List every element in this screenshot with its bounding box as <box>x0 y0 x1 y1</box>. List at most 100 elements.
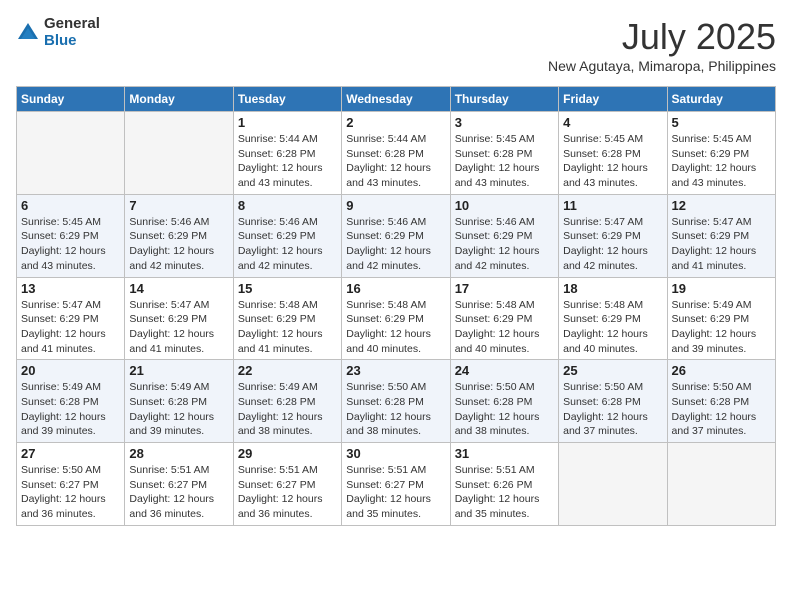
day-number: 8 <box>238 198 337 213</box>
day-number: 21 <box>129 363 228 378</box>
day-number: 15 <box>238 281 337 296</box>
day-number: 13 <box>21 281 120 296</box>
day-number: 24 <box>455 363 554 378</box>
calendar-cell: 10 Sunrise: 5:46 AM Sunset: 6:29 PM Dayli… <box>450 194 558 277</box>
day-info: Sunrise: 5:50 AM Sunset: 6:28 PM Dayligh… <box>455 380 554 439</box>
calendar-cell: 18 Sunrise: 5:48 AM Sunset: 6:29 PM Dayli… <box>559 277 667 360</box>
calendar-cell: 13Sunrise: 5:47 AM Sunset: 6:29 PM Dayli… <box>17 277 125 360</box>
calendar-cell: 12Sunrise: 5:47 AM Sunset: 6:29 PM Dayli… <box>667 194 775 277</box>
calendar-cell <box>559 443 667 526</box>
calendar-cell: 27Sunrise: 5:50 AM Sunset: 6:27 PM Dayli… <box>17 443 125 526</box>
day-number: 17 <box>455 281 554 296</box>
day-number: 28 <box>129 446 228 461</box>
calendar-cell: 21 Sunrise: 5:49 AM Sunset: 6:28 PM Dayli… <box>125 360 233 443</box>
day-number: 19 <box>672 281 771 296</box>
day-info: Sunrise: 5:47 AM Sunset: 6:29 PM Dayligh… <box>563 215 662 274</box>
calendar-cell: 29 Sunrise: 5:51 AM Sunset: 6:27 PM Dayli… <box>233 443 341 526</box>
day-info: Sunrise: 5:46 AM Sunset: 6:29 PM Dayligh… <box>346 215 445 274</box>
day-info: Sunrise: 5:48 AM Sunset: 6:29 PM Dayligh… <box>346 298 445 357</box>
logo-blue: Blue <box>44 33 100 50</box>
day-info: Sunrise: 5:48 AM Sunset: 6:29 PM Dayligh… <box>238 298 337 357</box>
calendar-cell: 3 Sunrise: 5:45 AM Sunset: 6:28 PM Daylig… <box>450 112 558 195</box>
calendar-cell: 28 Sunrise: 5:51 AM Sunset: 6:27 PM Dayli… <box>125 443 233 526</box>
location: New Agutaya, Mimaropa, Philippines <box>548 58 776 74</box>
day-info: Sunrise: 5:49 AM Sunset: 6:28 PM Dayligh… <box>129 380 228 439</box>
day-info: Sunrise: 5:51 AM Sunset: 6:27 PM Dayligh… <box>238 463 337 522</box>
day-info: Sunrise: 5:48 AM Sunset: 6:29 PM Dayligh… <box>455 298 554 357</box>
day-info: Sunrise: 5:45 AM Sunset: 6:29 PM Dayligh… <box>21 215 120 274</box>
calendar-cell: 2Sunrise: 5:44 AM Sunset: 6:28 PM Daylig… <box>342 112 450 195</box>
calendar-week-4: 20Sunrise: 5:49 AM Sunset: 6:28 PM Dayli… <box>17 360 776 443</box>
day-info: Sunrise: 5:48 AM Sunset: 6:29 PM Dayligh… <box>563 298 662 357</box>
calendar-cell: 16 Sunrise: 5:48 AM Sunset: 6:29 PM Dayli… <box>342 277 450 360</box>
calendar-cell: 15 Sunrise: 5:48 AM Sunset: 6:29 PM Dayli… <box>233 277 341 360</box>
day-number: 14 <box>129 281 228 296</box>
day-number: 16 <box>346 281 445 296</box>
day-number: 9 <box>346 198 445 213</box>
day-info: Sunrise: 5:46 AM Sunset: 6:29 PM Dayligh… <box>455 215 554 274</box>
day-info: Sunrise: 5:44 AM Sunset: 6:28 PM Dayligh… <box>238 132 337 191</box>
calendar-table: SundayMondayTuesdayWednesdayThursdayFrid… <box>16 86 776 526</box>
day-info: Sunrise: 5:49 AM Sunset: 6:29 PM Dayligh… <box>672 298 771 357</box>
day-number: 4 <box>563 115 662 130</box>
calendar-cell: 25 Sunrise: 5:50 AM Sunset: 6:28 PM Dayli… <box>559 360 667 443</box>
day-number: 11 <box>563 198 662 213</box>
day-info: Sunrise: 5:50 AM Sunset: 6:28 PM Dayligh… <box>672 380 771 439</box>
logo-icon <box>16 21 40 45</box>
calendar-cell: 7 Sunrise: 5:46 AM Sunset: 6:29 PM Daylig… <box>125 194 233 277</box>
day-info: Sunrise: 5:51 AM Sunset: 6:27 PM Dayligh… <box>346 463 445 522</box>
weekday-header-friday: Friday <box>559 87 667 112</box>
calendar-cell: 30 Sunrise: 5:51 AM Sunset: 6:27 PM Dayli… <box>342 443 450 526</box>
weekday-header-saturday: Saturday <box>667 87 775 112</box>
day-info: Sunrise: 5:49 AM Sunset: 6:28 PM Dayligh… <box>21 380 120 439</box>
day-number: 18 <box>563 281 662 296</box>
calendar-cell: 1Sunrise: 5:44 AM Sunset: 6:28 PM Daylig… <box>233 112 341 195</box>
day-number: 3 <box>455 115 554 130</box>
calendar-cell: 6 Sunrise: 5:45 AM Sunset: 6:29 PM Daylig… <box>17 194 125 277</box>
day-number: 26 <box>672 363 771 378</box>
day-number: 22 <box>238 363 337 378</box>
day-info: Sunrise: 5:50 AM Sunset: 6:28 PM Dayligh… <box>346 380 445 439</box>
day-info: Sunrise: 5:50 AM Sunset: 6:28 PM Dayligh… <box>563 380 662 439</box>
day-info: Sunrise: 5:46 AM Sunset: 6:29 PM Dayligh… <box>129 215 228 274</box>
day-info: Sunrise: 5:51 AM Sunset: 6:26 PM Dayligh… <box>455 463 554 522</box>
day-info: Sunrise: 5:44 AM Sunset: 6:28 PM Dayligh… <box>346 132 445 191</box>
calendar-cell: 24 Sunrise: 5:50 AM Sunset: 6:28 PM Dayli… <box>450 360 558 443</box>
day-number: 10 <box>455 198 554 213</box>
day-number: 12 <box>672 198 771 213</box>
weekday-header-wednesday: Wednesday <box>342 87 450 112</box>
calendar-week-1: 1Sunrise: 5:44 AM Sunset: 6:28 PM Daylig… <box>17 112 776 195</box>
day-info: Sunrise: 5:51 AM Sunset: 6:27 PM Dayligh… <box>129 463 228 522</box>
day-info: Sunrise: 5:49 AM Sunset: 6:28 PM Dayligh… <box>238 380 337 439</box>
day-number: 7 <box>129 198 228 213</box>
day-number: 23 <box>346 363 445 378</box>
calendar-cell: 14Sunrise: 5:47 AM Sunset: 6:29 PM Dayli… <box>125 277 233 360</box>
logo: General Blue <box>16 16 100 49</box>
calendar-cell <box>667 443 775 526</box>
calendar-week-5: 27Sunrise: 5:50 AM Sunset: 6:27 PM Dayli… <box>17 443 776 526</box>
title-block: July 2025 New Agutaya, Mimaropa, Philipp… <box>548 16 776 74</box>
day-number: 25 <box>563 363 662 378</box>
weekday-header-monday: Monday <box>125 87 233 112</box>
logo-text: General Blue <box>44 16 100 49</box>
day-number: 5 <box>672 115 771 130</box>
calendar-cell: 4 Sunrise: 5:45 AM Sunset: 6:28 PM Daylig… <box>559 112 667 195</box>
day-info: Sunrise: 5:45 AM Sunset: 6:28 PM Dayligh… <box>455 132 554 191</box>
calendar-cell: 5Sunrise: 5:45 AM Sunset: 6:29 PM Daylig… <box>667 112 775 195</box>
day-info: Sunrise: 5:45 AM Sunset: 6:28 PM Dayligh… <box>563 132 662 191</box>
day-number: 29 <box>238 446 337 461</box>
day-number: 6 <box>21 198 120 213</box>
calendar-cell: 17 Sunrise: 5:48 AM Sunset: 6:29 PM Dayli… <box>450 277 558 360</box>
day-number: 30 <box>346 446 445 461</box>
calendar-cell: 19 Sunrise: 5:49 AM Sunset: 6:29 PM Dayli… <box>667 277 775 360</box>
calendar-week-3: 13Sunrise: 5:47 AM Sunset: 6:29 PM Dayli… <box>17 277 776 360</box>
weekday-header-sunday: Sunday <box>17 87 125 112</box>
month-title: July 2025 <box>548 16 776 58</box>
weekday-header-thursday: Thursday <box>450 87 558 112</box>
calendar-cell: 22 Sunrise: 5:49 AM Sunset: 6:28 PM Dayli… <box>233 360 341 443</box>
calendar-cell: 11 Sunrise: 5:47 AM Sunset: 6:29 PM Dayli… <box>559 194 667 277</box>
calendar-cell: 31Sunrise: 5:51 AM Sunset: 6:26 PM Dayli… <box>450 443 558 526</box>
day-number: 27 <box>21 446 120 461</box>
weekday-header-row: SundayMondayTuesdayWednesdayThursdayFrid… <box>17 87 776 112</box>
calendar-cell: 9 Sunrise: 5:46 AM Sunset: 6:29 PM Daylig… <box>342 194 450 277</box>
